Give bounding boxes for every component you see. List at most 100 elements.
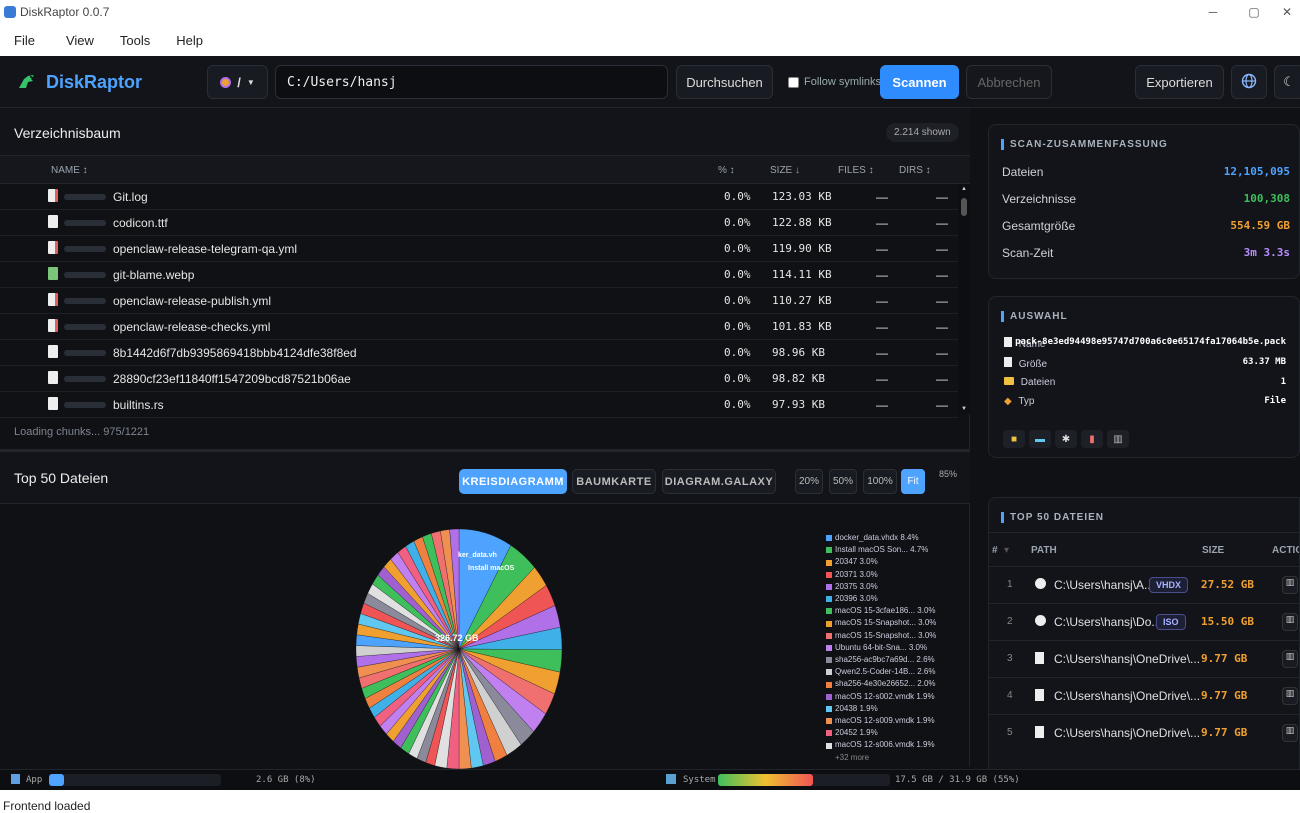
cancel-button[interactable]: Abbrechen [966,65,1052,99]
trash-icon[interactable]: ▥ [1282,687,1298,705]
legend-item[interactable]: 20375 3.0% [826,581,936,593]
size-bar [64,324,106,330]
minimize-button[interactable]: ─ [1193,0,1233,24]
col-num[interactable]: # [992,545,998,556]
scroll-down-icon[interactable]: ▼ [961,406,967,412]
menu-file[interactable]: File [0,33,49,48]
trash-icon[interactable]: ▥ [1282,650,1298,668]
browse-button[interactable]: Durchsuchen [676,65,773,99]
logo: DiskRaptor [16,71,142,93]
zoom-level: 85% [939,469,958,479]
tab-galaxy[interactable]: DIAGRAM.GALAXY [662,469,776,494]
export-button[interactable]: Exportieren [1135,65,1224,99]
drive-selector[interactable]: / ▼ [207,65,268,99]
copy-icon[interactable]: ▮ [1081,430,1103,448]
tree-row[interactable]: builtins.rs 0.0% 97.93 KB — — [0,392,958,418]
tree-row[interactable]: 8b1442d6f7db9395869418bbb4124dfe38f8ed 0.… [0,340,958,366]
zoom-50[interactable]: 50% [829,469,857,494]
col-name[interactable]: NAME ↕ [51,165,88,176]
col-dirs[interactable]: DIRS ↕ [899,165,931,176]
row-size: 15.50 GB [1201,615,1254,628]
legend-item[interactable]: 20438 1.9% [826,703,936,715]
maximize-button[interactable]: ▢ [1234,0,1274,24]
tree-scrollbar[interactable]: ▲ ▼ [958,184,970,414]
title-bar: DiskRaptor 0.0.7 ─ ▢ ✕ [0,0,1300,24]
menu-view[interactable]: View [49,33,108,48]
system-memory-bar [718,774,890,786]
legend-label: sha256-ac9bc7a69d... 2.6% [835,655,935,665]
open-folder-icon[interactable]: ■ [1003,430,1025,448]
scroll-up-icon[interactable]: ▲ [961,186,967,192]
summary-row: Verzeichnisse 100,308 [1002,192,1290,206]
selection-name-row: Name pack-8e3ed94498e95747d700a6c0e65174… [1004,337,1286,350]
tree-row[interactable]: openclaw-release-telegram-qa.yml 0.0% 119.… [0,236,958,262]
close-button[interactable]: ✕ [1274,0,1300,24]
top50-row[interactable]: 2 C:\Users\hansj\Do... ISO 15.50 GB ▥ [989,603,1299,640]
legend-item[interactable]: macOS 12-s006.vmdk 1.9% [826,739,936,751]
trash-icon[interactable]: ▥ [1107,430,1129,448]
follow-symlinks-toggle[interactable]: Follow symlinks [788,76,881,88]
globe-icon [1241,73,1257,92]
legend-item[interactable]: Qwen2.5-Coder-14B... 2.6% [826,666,936,678]
tab-treemap[interactable]: BAUMKARTE [572,469,656,494]
top50-row[interactable]: 4 C:\Users\hansj\OneDrive\... 9.77 GB ▥ [989,677,1299,714]
legend-item[interactable]: docker_data.vhdx 8.4% [826,532,936,544]
legend-item[interactable]: 20371 3.0% [826,569,936,581]
tree-row[interactable]: codicon.ttf 0.0% 122.88 KB — — [0,210,958,236]
legend-item[interactable]: sha256-ac9bc7a69d... 2.6% [826,654,936,666]
trash-icon[interactable]: ▥ [1282,613,1298,631]
gear-icon[interactable]: ✱ [1055,430,1077,448]
legend-item[interactable]: 20396 3.0% [826,593,936,605]
legend-item[interactable]: macOS 15-3cfae186... 3.0% [826,605,936,617]
legend-swatch [826,571,832,578]
tree-row[interactable]: openclaw-release-checks.yml 0.0% 101.83 KB… [0,314,958,340]
scroll-thumb[interactable] [961,198,967,216]
col-size[interactable]: SIZE ↓ [770,165,800,176]
tree-row[interactable]: 28890cf23ef11840ff1547209bcd87521b06ae 0.… [0,366,958,392]
tree-row[interactable]: git-blame.webp 0.0% 114.11 KB — — [0,262,958,288]
legend-item[interactable]: Ubuntu 64-bit-Sna... 3.0% [826,642,936,654]
tree-row[interactable]: openclaw-release-publish.yml 0.0% 110.27 K… [0,288,958,314]
percent: 0.0% [724,320,751,333]
top50-row[interactable]: 5 C:\Users\hansj\OneDrive\... 9.77 GB ▥ [989,714,1299,751]
trash-icon[interactable]: ▥ [1282,724,1298,742]
path-input[interactable]: C:/Users/hansj [275,65,668,99]
selection-title: AUSWAHL [1001,311,1068,322]
zoom-fit[interactable]: Fit [901,469,925,494]
selection-size-row: Größe 63.37 MB [1004,357,1286,370]
language-button[interactable] [1231,65,1267,99]
col-files[interactable]: FILES ↕ [838,165,874,176]
top50-row[interactable]: 1 C:\Users\hansj\A... VHDX 27.52 GB ▥ [989,566,1299,603]
tree-row[interactable]: Git.log 0.0% 123.03 KB — — [0,184,958,210]
pie-chart[interactable]: ker_data.vh Install macOS 326.72 GB [300,508,620,770]
legend-item[interactable]: Install macOS Son... 4.7% [826,544,936,556]
file-name: builtins.rs [113,398,164,412]
col-percent[interactable]: % ↕ [718,165,735,176]
legend-item[interactable]: macOS 15-Snapshot... 3.0% [826,630,936,642]
col-size[interactable]: SIZE [1202,545,1224,556]
tab-pie[interactable]: KREISDIAGRAMM [459,469,567,494]
file-name: openclaw-release-checks.yml [113,320,271,334]
menu-tools[interactable]: Tools [108,33,164,48]
zoom-100[interactable]: 100% [863,469,897,494]
legend-item[interactable]: sha256-4e30e26652... 2.0% [826,678,936,690]
size: 98.82 KB [772,372,825,385]
status-bar: App 2.6 GB (8%) System 17.5 GB / 31.9 GB… [0,769,1300,790]
top50-row[interactable]: 3 C:\Users\hansj\OneDrive\... 9.77 GB ▥ [989,640,1299,677]
reveal-icon[interactable]: ▬ [1029,430,1051,448]
size-label: Größe [1018,359,1048,370]
trash-icon[interactable]: ▥ [1282,576,1298,594]
legend-item[interactable]: 20347 3.0% [826,556,936,568]
legend-item[interactable]: 20452 1.9% [826,727,936,739]
menu-help[interactable]: Help [164,33,217,48]
zoom-20[interactable]: 20% [795,469,823,494]
legend-item[interactable]: macOS 12-s009.vmdk 1.9% [826,715,936,727]
theme-toggle-button[interactable]: ☾ [1274,65,1300,99]
checkbox[interactable] [788,76,799,88]
scan-button[interactable]: Scannen [880,65,959,99]
legend-label: macOS 15-3cfae186... 3.0% [835,606,936,616]
col-path[interactable]: PATH [1031,545,1057,556]
legend-item[interactable]: macOS 12-s002.vmdk 1.9% [826,691,936,703]
legend-item[interactable]: macOS 15-Snapshot... 3.0% [826,617,936,629]
files-count: — [876,320,888,334]
